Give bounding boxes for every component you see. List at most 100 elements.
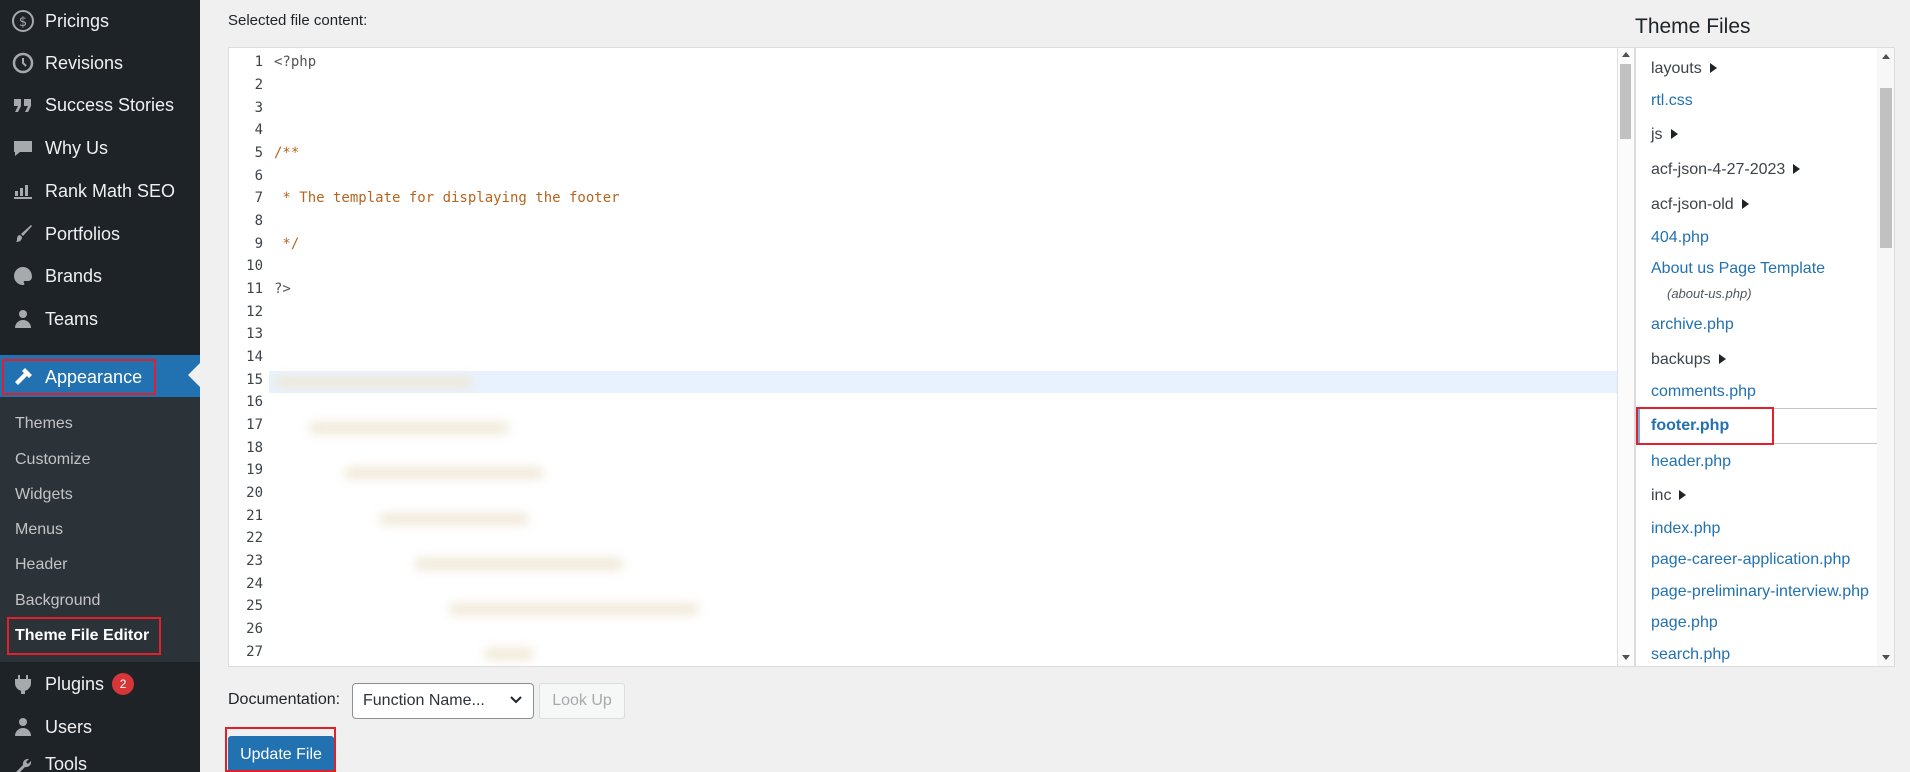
submenu-item-themes[interactable]: Themes [15, 415, 73, 433]
expand-arrow-icon [1709, 63, 1717, 73]
editor-scroll-thumb[interactable] [1620, 64, 1631, 139]
line-number: 9 [254, 236, 263, 252]
submenu-item-widgets[interactable]: Widgets [15, 486, 73, 504]
file-page-career-application-php[interactable]: page-career-application.php [1651, 551, 1850, 569]
sidebar-item-brands[interactable]: Brands [0, 255, 200, 297]
file-label: inc [1651, 487, 1672, 504]
sidebar-item-success-stories[interactable]: Success Stories [0, 84, 200, 126]
file-label: js [1651, 126, 1663, 143]
line-number: 27 [246, 644, 263, 660]
appearance-highlight-box [2, 359, 156, 395]
submenu-item-header[interactable]: Header [15, 556, 67, 574]
line-number: 20 [246, 485, 263, 501]
scroll-down-arrow[interactable] [1882, 655, 1890, 660]
submenu-item-background[interactable]: Background [15, 592, 100, 610]
line-number: 11 [246, 281, 263, 297]
file-label: layouts [1651, 60, 1702, 77]
sidebar-item-label: Brands [45, 265, 103, 286]
sidebar-item-label: Pricings [45, 10, 110, 31]
file-about-us-template[interactable]: About us Page Template [1651, 260, 1825, 278]
files-scrollbar[interactable] [1877, 48, 1894, 666]
admin-sidebar: $ Pricings Revisions Success Stories Why… [0, 0, 200, 772]
code-editor[interactable]: 1 2 3 4 5 6 7 8 9 10 11 12 13 14 15 16 1… [228, 47, 1635, 667]
quote-icon [10, 92, 36, 118]
theme-files-list: layouts rtl.css js acf-json-4-27-2023 ac… [1635, 47, 1895, 667]
function-name-select[interactable]: Function Name... [352, 683, 534, 719]
expand-arrow-icon [1718, 354, 1726, 364]
sidebar-item-label: Rank Math SEO [45, 180, 176, 201]
code-line: <?php [274, 54, 317, 70]
line-number: 26 [246, 621, 263, 637]
line-number: 17 [246, 417, 263, 433]
folder-js[interactable]: js [1651, 126, 1678, 144]
folder-layouts[interactable]: layouts [1651, 60, 1717, 78]
line-number: 10 [246, 258, 263, 274]
sidebar-item-label: Teams [45, 308, 99, 329]
scroll-up-arrow[interactable] [1882, 54, 1890, 59]
sidebar-item-label: Why Us [45, 137, 108, 158]
sidebar-item-label: Revisions [45, 52, 124, 73]
code-line: */ [274, 236, 300, 252]
file-index-php[interactable]: index.php [1651, 520, 1720, 538]
file-page-php[interactable]: page.php [1651, 614, 1718, 632]
person-icon [10, 306, 36, 332]
sidebar-item-pricings[interactable]: $ Pricings [0, 0, 200, 42]
palette-icon [10, 263, 36, 289]
line-number: 24 [246, 576, 263, 592]
sidebar-item-label: Tools [45, 754, 88, 772]
theme-file-editor-highlight-box [7, 617, 161, 655]
select-value: Function Name... [363, 692, 485, 709]
line-number: 13 [246, 326, 263, 342]
file-404-php[interactable]: 404.php [1651, 229, 1709, 247]
files-scroll-thumb[interactable] [1880, 88, 1892, 248]
sidebar-item-portfolios[interactable]: Portfolios [0, 213, 200, 255]
person-icon [10, 714, 36, 740]
sidebar-item-plugins[interactable]: Plugins 2 [0, 663, 200, 705]
folder-acf-json-4-27-2023[interactable]: acf-json-4-27-2023 [1651, 161, 1801, 179]
code-line: /** [274, 145, 300, 161]
sidebar-item-why-us[interactable]: Why Us [0, 127, 200, 169]
file-comments-php[interactable]: comments.php [1651, 383, 1756, 401]
blurred-code [449, 603, 699, 615]
file-header-php[interactable]: header.php [1651, 453, 1731, 471]
line-number: 1 [254, 54, 263, 70]
line-number: 21 [246, 508, 263, 524]
submenu-item-menus[interactable]: Menus [15, 521, 63, 539]
folder-acf-json-old[interactable]: acf-json-old [1651, 196, 1749, 214]
speech-bubble-icon [10, 135, 36, 161]
line-number: 22 [246, 530, 263, 546]
selected-file-content-label: Selected file content: [228, 12, 368, 29]
file-page-preliminary-interview-php[interactable]: page-preliminary-interview.php [1651, 583, 1869, 601]
submenu-item-customize[interactable]: Customize [15, 451, 91, 469]
expand-arrow-icon [1741, 199, 1749, 209]
line-number-gutter: 1 2 3 4 5 6 7 8 9 10 11 12 13 14 15 16 1… [229, 48, 268, 666]
sidebar-item-users[interactable]: Users [0, 706, 200, 748]
blurred-code [379, 513, 529, 525]
sidebar-item-teams[interactable]: Teams [0, 298, 200, 340]
update-file-highlight-box [225, 727, 336, 772]
editor-scrollbar[interactable] [1617, 48, 1634, 666]
file-archive-php[interactable]: archive.php [1651, 316, 1734, 334]
line-number: 5 [254, 145, 263, 161]
dollar-icon: $ [10, 8, 36, 34]
scroll-down-arrow[interactable] [1622, 655, 1630, 660]
scroll-up-arrow[interactable] [1622, 52, 1630, 57]
folder-inc[interactable]: inc [1651, 487, 1687, 505]
chevron-down-icon [510, 696, 522, 704]
sidebar-item-tools[interactable]: Tools [0, 748, 200, 772]
file-search-php[interactable]: search.php [1651, 646, 1730, 664]
folder-backups[interactable]: backups [1651, 351, 1726, 369]
file-rtl-css[interactable]: rtl.css [1651, 92, 1693, 110]
sidebar-item-label: Users [45, 716, 93, 737]
line-number: 18 [246, 440, 263, 456]
sidebar-item-rank-math-seo[interactable]: Rank Math SEO [0, 170, 200, 212]
file-label: acf-json-old [1651, 196, 1734, 213]
line-number: 8 [254, 213, 263, 229]
line-number: 7 [254, 190, 263, 206]
expand-arrow-icon [1670, 129, 1678, 139]
blurred-code [274, 376, 474, 388]
file-label: acf-json-4-27-2023 [1651, 161, 1786, 178]
blurred-code [309, 422, 509, 434]
sidebar-item-revisions[interactable]: Revisions [0, 42, 200, 84]
look-up-button[interactable]: Look Up [539, 683, 625, 719]
